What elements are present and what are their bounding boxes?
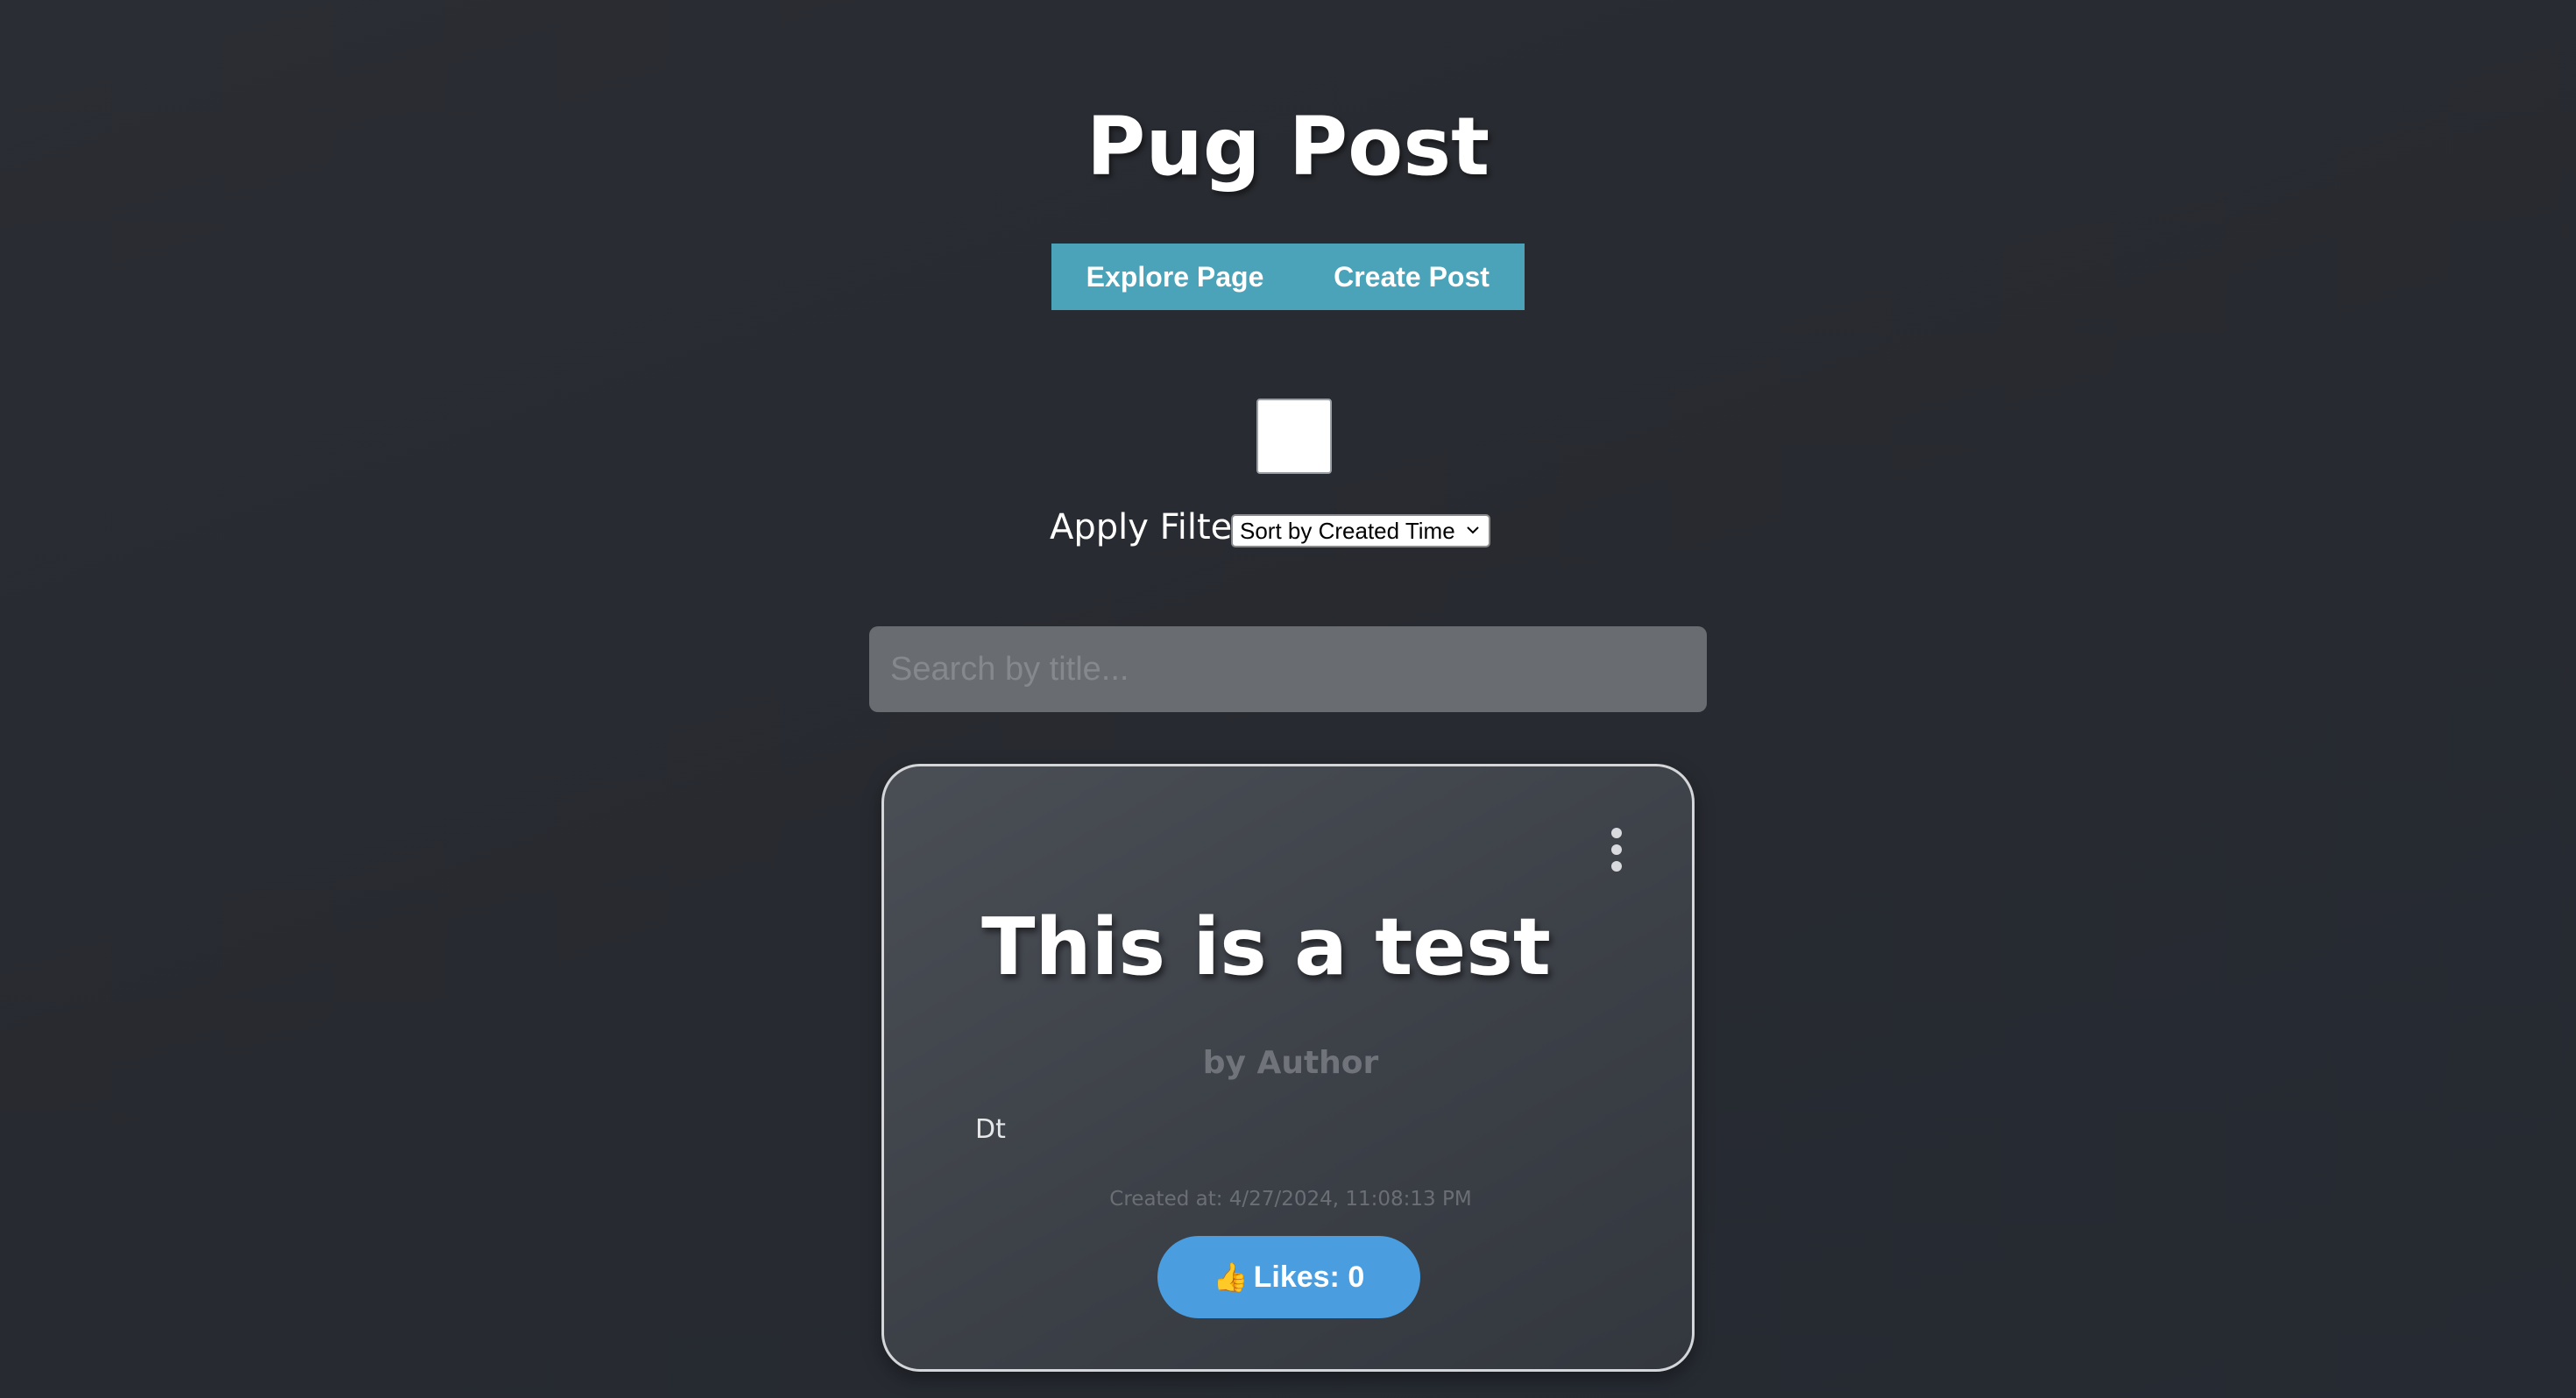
explore-page-button[interactable]: Explore Page: [1051, 244, 1299, 310]
apply-filter-checkbox[interactable]: [1256, 399, 1332, 474]
like-count-label: Likes: 0: [1253, 1260, 1365, 1294]
create-post-button[interactable]: Create Post: [1299, 244, 1525, 310]
thumbs-up-icon: 👍: [1213, 1261, 1249, 1293]
chevron-down-icon: [1467, 526, 1479, 534]
nav-bar: Explore Page Create Post: [1051, 244, 1525, 310]
post-author: by Author: [1202, 1045, 1379, 1081]
post-title-text: This is a test: [981, 901, 1551, 993]
post-body: Dt: [975, 1114, 1006, 1145]
like-button[interactable]: 👍 Likes: 0: [1157, 1236, 1420, 1318]
page-title: Pug Post: [1086, 100, 1490, 194]
post-title: This is a test: [884, 900, 1697, 996]
search-placeholder: Search by title...: [890, 650, 1129, 688]
search-input[interactable]: Search by title...: [869, 626, 1707, 712]
post-card: This is a test by Author Dt Created at: …: [881, 764, 1695, 1372]
apply-filter-label: Apply Filter: [1050, 507, 1247, 547]
sort-select[interactable]: Sort by Created Time: [1231, 514, 1490, 547]
post-created-time: Created at: 4/27/2024, 11:08:13 PM: [1109, 1188, 1472, 1211]
more-options-icon[interactable]: [1601, 823, 1632, 879]
sort-select-value: Sort by Created Time: [1240, 517, 1455, 544]
